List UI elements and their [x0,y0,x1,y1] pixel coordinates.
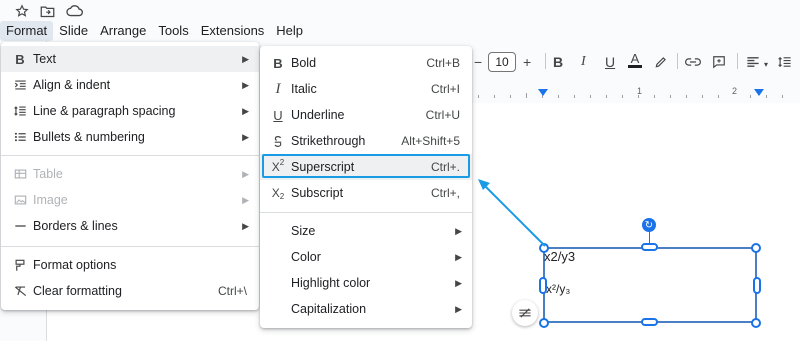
clear-formatting-icon [11,282,29,300]
format-menu-item-align-indent[interactable]: Align & indent ▶ [1,72,259,98]
submenu-arrow-icon: ▶ [455,303,462,314]
align-indent-icon [11,76,29,94]
format-menu-item-borders-lines[interactable]: Borders & lines ▶ [1,213,259,239]
text-submenu-item-underline[interactable]: U Underline Ctrl+U [260,102,472,128]
format-menu-item-line-spacing[interactable]: Line & paragraph spacing ▶ [1,98,259,124]
menu-item-shortcut: Ctrl+U [425,108,460,122]
subscript-icon: X2 [271,186,285,201]
menu-item-label: Subscript [291,186,344,200]
menu-item-shortcut: Alt+Shift+5 [401,134,460,148]
menu-item-label: Borders & lines [33,219,118,233]
submenu-arrow-icon: ▶ [455,251,462,262]
underline-icon: U [273,107,283,123]
menu-item-shortcut: Ctrl+, [430,186,460,200]
submenu-arrow-icon: ▶ [242,53,249,64]
text-submenu-item-size[interactable]: Size ▶ [260,218,472,244]
submenu-arrow-icon: ▶ [242,105,249,116]
italic-icon: I [275,80,281,97]
menu-item-label: Align & indent [33,78,111,92]
strikethrough-icon [269,132,287,150]
submenu-arrow-icon: ▶ [455,225,462,236]
menu-item-label: Image [33,193,68,207]
text-submenu-item-italic[interactable]: I Italic Ctrl+I [260,76,472,102]
menu-item-label: Capitalization [291,302,367,316]
text-submenu-item-capitalization[interactable]: Capitalization ▶ [260,296,472,322]
menu-item-label: Line & paragraph spacing [33,104,176,118]
text-submenu-item-bold[interactable]: B Bold Ctrl+B [260,50,472,76]
format-menu-item-text[interactable]: B Text ▶ [1,46,259,72]
menu-item-label: Bold [291,56,317,70]
format-menu-item-image: Image ▶ [1,187,259,213]
menu-item-label: Text [33,52,56,66]
format-menu-item-bullets[interactable]: Bullets & numbering ▶ [1,124,259,150]
menu-item-label: Highlight color [291,276,371,290]
line-spacing-icon [11,102,29,120]
format-menu: B Text ▶ Align & indent ▶ Line & paragra… [1,42,259,310]
menu-item-label: Bullets & numbering [33,130,145,144]
menu-item-label: Size [291,224,316,238]
menu-item-label: Strikethrough [291,134,366,148]
menu-item-shortcut: Ctrl+\ [217,284,247,298]
bullets-icon [11,128,29,146]
format-menu-item-format-options[interactable]: Format options [1,252,259,278]
borders-icon [11,217,29,235]
text-submenu-item-highlight-color[interactable]: Highlight color ▶ [260,270,472,296]
image-icon [11,191,29,209]
menu-item-label: Underline [291,108,345,122]
bold-icon: B [273,55,283,71]
bold-icon: B [15,51,25,67]
menu-item-label: Clear formatting [33,284,122,298]
text-submenu-item-color[interactable]: Color ▶ [260,244,472,270]
text-submenu-item-strikethrough[interactable]: Strikethrough Alt+Shift+5 [260,128,472,154]
submenu-arrow-icon: ▶ [242,194,249,205]
format-options-icon [11,256,29,274]
submenu-arrow-icon: ▶ [242,79,249,90]
menu-item-label: Italic [291,82,317,96]
format-menu-item-table: Table ▶ [1,161,259,187]
menu-item-shortcut: Ctrl+I [430,82,460,96]
submenu-arrow-icon: ▶ [242,168,249,179]
menu-item-label: Table [33,167,63,181]
submenu-arrow-icon: ▶ [242,131,249,142]
menu-divider [260,212,472,213]
submenu-arrow-icon: ▶ [455,277,462,288]
menu-divider [1,155,259,156]
format-menu-item-clear-formatting[interactable]: Clear formatting Ctrl+\ [1,278,259,304]
menu-item-label: Color [291,250,321,264]
menu-item-shortcut: Ctrl+B [426,56,460,70]
superscript-highlight-box [262,154,470,178]
submenu-arrow-icon: ▶ [242,220,249,231]
text-submenu-item-subscript[interactable]: X2 Subscript Ctrl+, [260,180,472,206]
menu-divider [1,246,259,247]
table-icon [11,165,29,183]
text-submenu: B Bold Ctrl+B I Italic Ctrl+I U Underlin… [260,46,472,328]
menu-item-label: Format options [33,258,117,272]
